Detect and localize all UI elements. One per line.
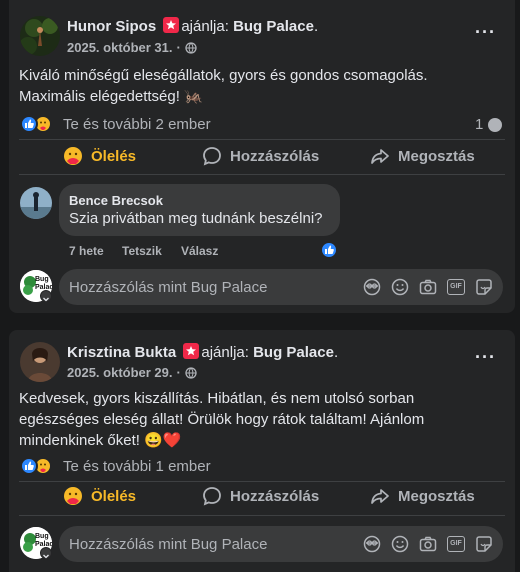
recommend-icon <box>163 17 180 33</box>
reactions-summary[interactable]: Te és további 2 ember <box>63 116 211 133</box>
comment-composer[interactable]: Hozzászólás mint Bug Palace GIF <box>59 269 503 305</box>
post-date-row: 2025. október 31. · <box>67 40 197 55</box>
reactions-summary[interactable]: Te és további 1 ember <box>63 458 211 475</box>
recommend-icon <box>183 343 200 359</box>
globe-icon <box>185 366 197 379</box>
comment-composer[interactable]: Hozzászólás mint Bug Palace GIF <box>59 526 503 562</box>
post-header: Hunor Sipos ajánlja: Bug Palace. <box>67 17 319 35</box>
avatar-sticker-icon[interactable] <box>363 278 381 296</box>
comment-like-button[interactable]: Tetszik <box>122 244 162 258</box>
gif-icon[interactable]: GIF <box>447 536 465 552</box>
reaction-icons[interactable] <box>20 457 60 477</box>
reaction-icons[interactable] <box>20 115 60 135</box>
gif-icon[interactable]: GIF <box>447 279 465 295</box>
camera-icon[interactable] <box>419 278 437 296</box>
avatar-sticker-icon[interactable] <box>363 535 381 553</box>
comment-button[interactable]: Hozzászólás <box>202 486 319 506</box>
author-name[interactable]: Krisztina Bukta <box>67 344 176 361</box>
comment-like-reaction-icon[interactable] <box>320 241 338 259</box>
post-body: Kedvesek, gyors kiszállítás. Hibátlan, é… <box>19 390 425 449</box>
recommends-label: ajánlja: <box>201 344 249 361</box>
post-header: Krisztina Bukta ajánlja: Bug Palace. <box>67 343 339 361</box>
avatar-switch-icon[interactable] <box>40 547 52 559</box>
divider <box>19 139 505 140</box>
post-date[interactable]: 2025. október 29. <box>67 365 173 380</box>
author-avatar[interactable] <box>20 16 60 56</box>
emoji-icon[interactable] <box>391 278 409 296</box>
comment-count-icon <box>488 117 503 132</box>
comment-reply-button[interactable]: Válasz <box>181 244 218 258</box>
like-reaction-icon <box>20 115 38 133</box>
recommends-label: ajánlja: <box>181 18 229 35</box>
comment-icon <box>203 487 221 506</box>
post-body: Kiváló minőségű eleségállatok, gyors és … <box>19 67 428 105</box>
commenter-name[interactable]: Bence Brecsok <box>69 193 163 208</box>
divider <box>19 515 505 516</box>
emoji-icon[interactable] <box>391 535 409 553</box>
post-date[interactable]: 2025. október 31. <box>67 40 173 55</box>
composer-input[interactable]: Hozzászólás mint Bug Palace <box>69 279 267 296</box>
comment-icon <box>203 147 221 166</box>
author-avatar[interactable] <box>20 342 60 382</box>
sticker-icon[interactable] <box>475 278 493 296</box>
share-icon <box>371 489 389 504</box>
more-options-icon[interactable]: ··· <box>475 347 496 368</box>
hug-button[interactable]: Ölelés <box>63 146 136 166</box>
comment-text: Szia privátban meg tudnánk beszélni? <box>69 210 323 227</box>
care-emoji-icon <box>64 147 82 165</box>
composer-input[interactable]: Hozzászólás mint Bug Palace <box>69 536 267 553</box>
like-reaction-icon <box>20 457 38 475</box>
comment-time[interactable]: 7 hete <box>69 244 104 258</box>
camera-icon[interactable] <box>419 535 437 553</box>
avatar-switch-icon[interactable] <box>40 290 52 302</box>
sticker-icon[interactable] <box>475 535 493 553</box>
care-emoji-icon <box>64 487 82 505</box>
post-card: Hunor Sipos ajánlja: Bug Palace. 2025. o… <box>9 0 515 313</box>
post-card: Krisztina Bukta ajánlja: Bug Palace. 202… <box>9 330 515 572</box>
comment-bubble: Bence Brecsok Szia privátban meg tudnánk… <box>59 184 340 236</box>
page-name[interactable]: Bug Palace <box>253 344 334 361</box>
share-button[interactable]: Megosztás <box>370 146 475 166</box>
hug-button[interactable]: Ölelés <box>63 486 136 506</box>
comment-button[interactable]: Hozzászólás <box>202 146 319 166</box>
post-date-row: 2025. október 29. · <box>67 365 197 380</box>
author-name[interactable]: Hunor Sipos <box>67 18 156 35</box>
share-button[interactable]: Megosztás <box>370 486 475 506</box>
page-name[interactable]: Bug Palace <box>233 18 314 35</box>
divider <box>19 481 505 482</box>
share-icon <box>371 149 389 164</box>
comment-count[interactable]: 1 <box>475 116 503 133</box>
more-options-icon[interactable]: ··· <box>475 22 496 43</box>
globe-icon <box>185 41 197 54</box>
divider <box>19 174 505 175</box>
commenter-avatar[interactable] <box>20 187 52 219</box>
